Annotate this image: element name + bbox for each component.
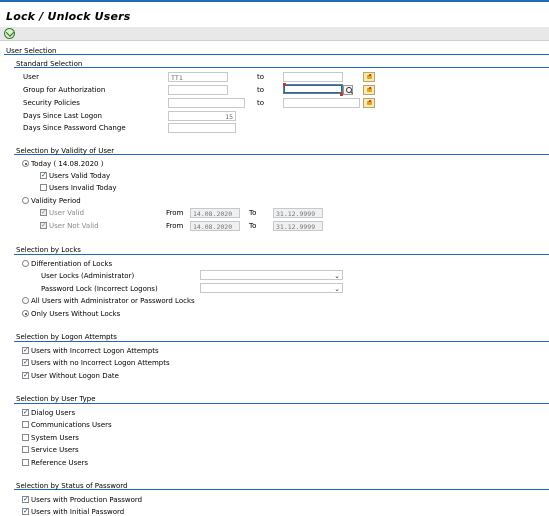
validity-heading: Selection by Validity of User [16,147,115,155]
search-help-icon[interactable] [343,85,353,95]
execute-icon[interactable] [4,28,15,39]
required-marker [283,83,286,86]
valid-from-label: From [166,209,184,217]
user-type-group [14,403,549,404]
no-logon-date-checkbox[interactable]: ✓ [22,372,29,379]
today-radio[interactable] [22,160,29,167]
user-to-field[interactable] [283,72,343,82]
password-status-heading: Selection by Status of Password [16,482,128,490]
page-title: Lock / Unlock Users [6,10,131,23]
group-to-field[interactable] [283,84,343,94]
user-not-valid-label: User Not Valid [49,222,99,230]
valid-from-field[interactable]: 14.08.2020 [190,208,240,218]
group-to-label: to [257,86,265,94]
notvalid-from-field[interactable]: 14.08.2020 [190,221,240,231]
multiple-selection-icon[interactable] [363,72,375,82]
user-from-field[interactable]: TT1 [168,72,228,82]
users-valid-today-label: Users Valid Today [49,172,111,180]
initial-password-label: Users with Initial Password [31,508,125,516]
group-label: Group for Authorization [23,86,106,94]
password-lock-dropdown[interactable]: ⌄ [200,283,343,293]
service-users-label: Service Users [31,446,79,454]
user-label: User [23,73,39,81]
standard-selection-group [14,67,549,68]
admin-lock-label: User Locks (Administrator) [41,272,135,280]
validity-period-radio[interactable] [22,197,29,204]
users-invalid-today-label: Users Invalid Today [49,184,117,192]
locks-group [14,254,549,255]
users-valid-today-checkbox[interactable]: ✓ [40,172,47,179]
notvalid-to-label: To [249,222,257,230]
locks-heading: Selection by Locks [16,246,81,254]
security-policies-label: Security Policies [23,99,80,107]
incorrect-logon-checkbox[interactable]: ✓ [22,347,29,354]
validity-period-label: Validity Period [31,197,81,205]
today-label: Today ( 14.08.2020 ) [31,160,104,168]
title-bar: Lock / Unlock Users [0,0,549,27]
production-password-checkbox[interactable]: ✓ [22,496,29,503]
only-without-locks-label: Only Users Without Locks [31,310,121,318]
incorrect-logon-label: Users with Incorrect Logon Attempts [31,347,159,355]
notvalid-to-field[interactable]: 31.12.9999 [273,221,323,231]
system-users-checkbox[interactable] [22,434,29,441]
all-locked-users-radio[interactable] [22,297,29,304]
valid-to-label: To [249,209,257,217]
reference-users-checkbox[interactable] [22,459,29,466]
users-invalid-today-checkbox[interactable] [40,184,47,191]
user-not-valid-checkbox[interactable]: ✓ [40,222,47,229]
logon-attempts-heading: Selection by Logon Attempts [16,333,117,341]
production-password-label: Users with Production Password [31,496,143,504]
valid-to-field[interactable]: 31.12.9999 [273,208,323,218]
notvalid-from-label: From [166,222,184,230]
chevron-down-icon: ⌄ [334,272,340,280]
security-to-label: to [257,99,265,107]
standard-selection-heading: Standard Selection [16,60,83,68]
security-policies-to-field[interactable] [283,98,360,108]
all-locked-users-label: All Users with Administrator or Password… [31,297,195,305]
user-valid-checkbox[interactable]: ✓ [40,209,47,216]
multiple-selection-icon[interactable] [363,98,375,108]
dialog-users-label: Dialog Users [31,409,76,417]
reference-users-label: Reference Users [31,459,89,467]
dialog-users-checkbox[interactable]: ✓ [22,409,29,416]
multiple-selection-icon[interactable] [363,85,375,95]
no-logon-date-label: User Without Logon Date [31,372,119,380]
service-users-checkbox[interactable] [22,446,29,453]
differentiation-label: Differentiation of Locks [31,260,113,268]
admin-lock-dropdown[interactable]: ⌄ [200,270,343,280]
chevron-down-icon: ⌄ [334,285,340,293]
user-type-heading: Selection by User Type [16,395,96,403]
days-last-logon-field[interactable]: 15 [168,111,236,121]
no-incorrect-logon-checkbox[interactable]: ✓ [22,359,29,366]
system-users-label: System Users [31,434,79,442]
only-without-locks-radio[interactable] [22,310,29,317]
initial-password-checkbox[interactable]: ✓ [22,508,29,515]
security-policies-from-field[interactable] [168,98,245,108]
days-last-logon-label: Days Since Last Logon [23,112,102,120]
communications-users-checkbox[interactable] [22,421,29,428]
communications-users-label: Communications Users [31,421,112,429]
days-password-change-field[interactable] [168,123,236,133]
application-toolbar [0,27,549,41]
differentiation-radio[interactable] [22,260,29,267]
user-to-label: to [257,73,265,81]
password-lock-label: Password Lock (Incorrect Logons) [41,285,158,293]
days-password-change-label: Days Since Password Change [23,124,126,132]
group-from-field[interactable] [168,85,228,95]
user-selection-divider [4,54,549,55]
user-valid-label: User Valid [49,209,85,217]
no-incorrect-logon-label: Users with no Incorrect Logon Attempts [31,359,170,367]
logon-attempts-group [14,341,549,342]
